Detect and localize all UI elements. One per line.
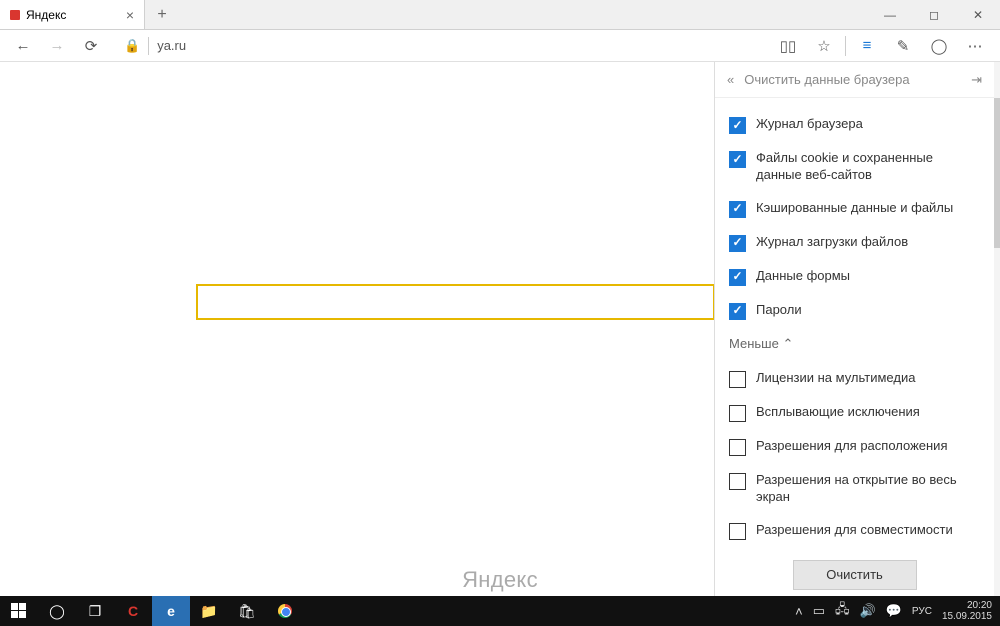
- taskbar-ccleaner[interactable]: C: [114, 596, 152, 626]
- checkbox-icon[interactable]: ✓: [729, 235, 746, 252]
- checkbox-label: Разрешения для расположения: [756, 438, 947, 455]
- panel-header: « Очистить данные браузера ⇥: [715, 62, 994, 98]
- checkbox-label: Всплывающие исключения: [756, 404, 920, 421]
- checkbox-label: Журнал браузера: [756, 116, 863, 133]
- checkbox-label: Журнал загрузки файлов: [756, 234, 908, 251]
- checkbox-icon[interactable]: ✓: [729, 269, 746, 286]
- checkbox-icon[interactable]: ✓: [729, 303, 746, 320]
- checkbox-icon[interactable]: [729, 405, 746, 422]
- checkbox-label: Пароли: [756, 302, 802, 319]
- checkbox-icon[interactable]: [729, 473, 746, 490]
- checkbox-icon[interactable]: ✓: [729, 117, 746, 134]
- pin-icon[interactable]: ⇥: [971, 72, 982, 88]
- checkbox-row[interactable]: Разрешения для совместимости: [729, 522, 980, 540]
- chrome-icon: [278, 604, 292, 618]
- taskbar-explorer[interactable]: 📁: [190, 596, 228, 626]
- checkbox-icon[interactable]: ✓: [729, 151, 746, 168]
- minimize-button[interactable]: —: [868, 0, 912, 29]
- checkbox-row[interactable]: Разрешения на открытие во весь экран: [729, 472, 980, 506]
- checkbox-row[interactable]: Лицензии на мультимедиа: [729, 370, 980, 388]
- system-tray: ˄ ▭ 🖧 🔊 💬 РУС 20:20 15.09.2015: [795, 600, 1000, 622]
- scrollbar-thumb[interactable]: [994, 98, 1000, 248]
- new-tab-button[interactable]: +: [145, 0, 179, 29]
- checkbox-row[interactable]: ✓ Пароли: [729, 302, 980, 320]
- store-icon: 🛍: [238, 603, 256, 620]
- close-button[interactable]: ✕: [956, 0, 1000, 29]
- window-controls: — ◻ ✕: [868, 0, 1000, 29]
- tab-close-icon[interactable]: ×: [126, 7, 134, 23]
- back-chevron-icon[interactable]: «: [727, 72, 734, 87]
- checkbox-icon[interactable]: [729, 523, 746, 540]
- checkbox-label: Кэшированные данные и файлы: [756, 200, 953, 217]
- tray-date: 15.09.2015: [942, 611, 992, 622]
- battery-icon[interactable]: ▭: [813, 603, 825, 619]
- chevron-up-icon: ⌃: [782, 336, 793, 351]
- task-view-icon[interactable]: ❐: [76, 596, 114, 626]
- reading-view-icon[interactable]: ▯▯: [771, 32, 805, 60]
- panel-body: ✓ Журнал браузера ✓ Файлы cookie и сохране…: [715, 98, 994, 596]
- volume-icon[interactable]: 🔊: [860, 603, 876, 619]
- separator: [148, 37, 149, 55]
- url-input[interactable]: [157, 38, 763, 53]
- taskbar-store[interactable]: 🛍: [228, 596, 266, 626]
- checkbox-icon[interactable]: [729, 439, 746, 456]
- browser-toolbar: ← → ⟳ 🔒 ▯▯ ☆ ≡ ✎ ◯ ⋯: [0, 30, 1000, 62]
- refresh-button[interactable]: ⟳: [76, 32, 106, 60]
- tray-clock[interactable]: 20:20 15.09.2015: [942, 600, 992, 622]
- checkbox-label: Данные формы: [756, 268, 850, 285]
- address-bar[interactable]: 🔒: [120, 33, 767, 59]
- tray-time: 20:20: [942, 600, 992, 611]
- network-icon[interactable]: 🖧: [835, 600, 850, 622]
- more-icon[interactable]: ⋯: [958, 32, 992, 60]
- hub-icon[interactable]: ≡: [850, 32, 884, 60]
- edge-icon: e: [167, 603, 175, 619]
- show-less-link[interactable]: Меньше ⌃: [729, 336, 980, 352]
- clear-button[interactable]: Очистить: [793, 560, 917, 590]
- clear-data-panel: « Очистить данные браузера ⇥ ✓ Журнал бра…: [714, 62, 994, 596]
- webnote-icon[interactable]: ✎: [886, 32, 920, 60]
- checkbox-icon[interactable]: ✓: [729, 201, 746, 218]
- checkbox-row[interactable]: Всплывающие исключения: [729, 404, 980, 422]
- tab-title: Яндекс: [26, 8, 66, 22]
- lock-icon: 🔒: [124, 38, 140, 54]
- checkbox-row[interactable]: ✓ Кэшированные данные и файлы: [729, 200, 980, 218]
- yandex-search-input[interactable]: [196, 284, 715, 320]
- checkbox-label: Лицензии на мультимедиа: [756, 370, 915, 387]
- tray-chevron-icon[interactable]: ˄: [795, 604, 803, 619]
- language-indicator[interactable]: РУС: [912, 606, 932, 617]
- checkbox-label: Разрешения для совместимости: [756, 522, 953, 539]
- toolbar-actions: ▯▯ ☆ ≡ ✎ ◯ ⋯: [771, 32, 992, 60]
- back-button[interactable]: ←: [8, 32, 38, 60]
- checkbox-row[interactable]: ✓ Данные формы: [729, 268, 980, 286]
- windows-icon: [11, 603, 27, 619]
- maximize-button[interactable]: ◻: [912, 0, 956, 29]
- checkbox-label: Файлы cookie и сохраненные данные веб-са…: [756, 150, 980, 184]
- notifications-icon[interactable]: 💬: [886, 603, 902, 619]
- checkbox-row[interactable]: ✓ Журнал браузера: [729, 116, 980, 134]
- separator: [845, 36, 846, 56]
- favorite-icon[interactable]: ☆: [807, 32, 841, 60]
- ccleaner-icon: C: [128, 603, 138, 619]
- browser-tab[interactable]: Яндекс ×: [0, 0, 145, 29]
- forward-button[interactable]: →: [42, 32, 72, 60]
- scrollbar[interactable]: [994, 62, 1000, 596]
- tab-favicon: [10, 10, 20, 20]
- checkbox-row[interactable]: ✓ Журнал загрузки файлов: [729, 234, 980, 252]
- taskbar-chrome[interactable]: [266, 596, 304, 626]
- titlebar: Яндекс × + — ◻ ✕: [0, 0, 1000, 30]
- taskbar-search-icon[interactable]: ◯: [38, 596, 76, 626]
- checkbox-row[interactable]: ✓ Файлы cookie и сохраненные данные веб-с…: [729, 150, 980, 184]
- checkbox-label: Разрешения на открытие во весь экран: [756, 472, 980, 506]
- taskbar-edge[interactable]: e: [152, 596, 190, 626]
- panel-title: Очистить данные браузера: [744, 72, 909, 87]
- folder-icon: 📁: [200, 603, 217, 620]
- checkbox-row[interactable]: Разрешения для расположения: [729, 438, 980, 456]
- share-icon[interactable]: ◯: [922, 32, 956, 60]
- start-button[interactable]: [0, 596, 38, 626]
- taskbar: ◯ ❐ C e 📁 🛍 ˄ ▭ 🖧 🔊 💬 РУС 20:20 15.09.20…: [0, 596, 1000, 626]
- checkbox-icon[interactable]: [729, 371, 746, 388]
